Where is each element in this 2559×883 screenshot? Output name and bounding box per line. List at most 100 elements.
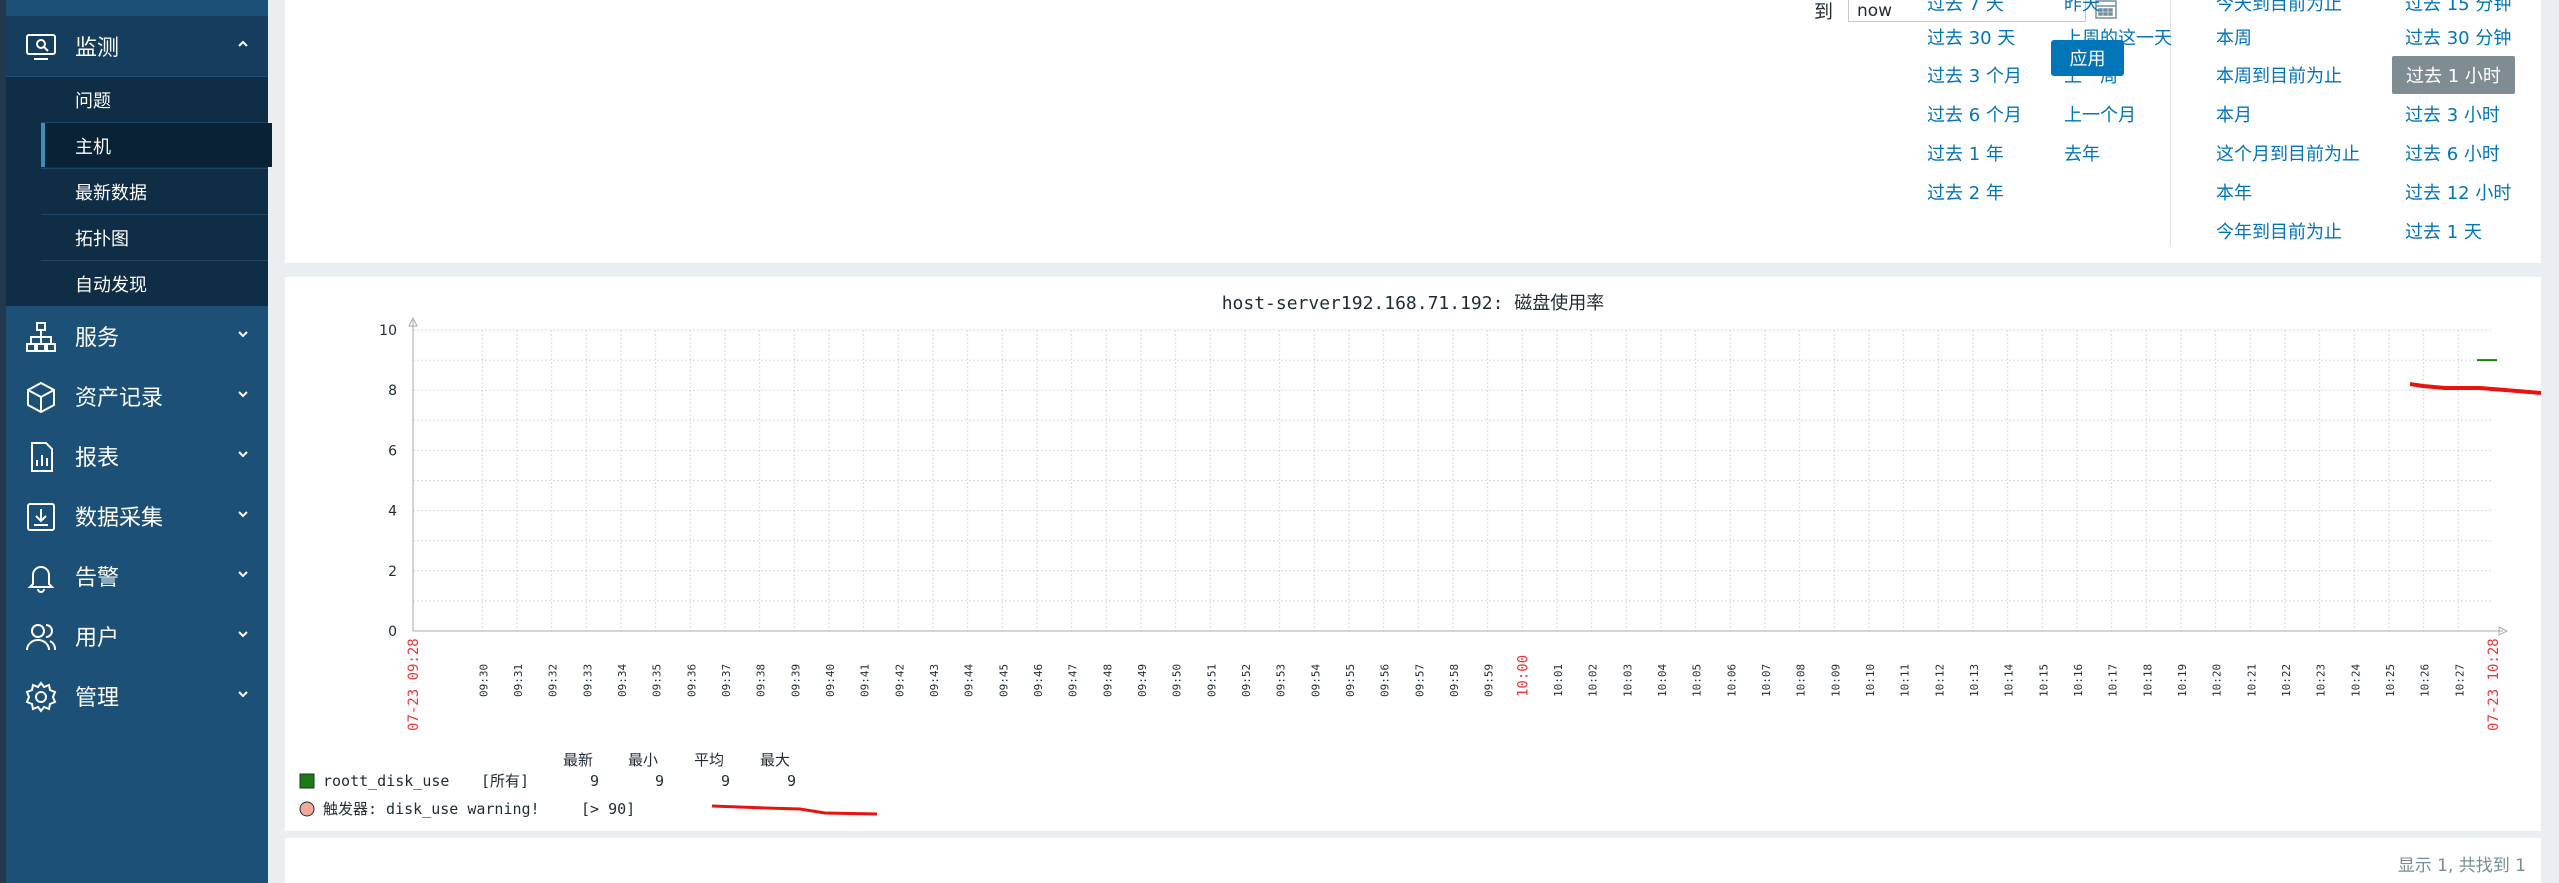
sidebar-item-label: 管理 <box>75 686 120 711</box>
quick-range-link[interactable]: 昨天 <box>2064 0 2100 16</box>
x-tick-label: 09:34 <box>616 664 629 697</box>
y-tick-label: 2 <box>388 564 397 580</box>
quick-range-link[interactable]: 今天到目前为止 <box>2216 0 2342 16</box>
sidebar-item-data-collection[interactable]: 数据采集 <box>6 486 268 546</box>
sidebar-item-inventory[interactable]: 资产记录 <box>6 366 268 426</box>
sidebar-item-label: 资产记录 <box>75 386 164 411</box>
quick-range-link[interactable]: 过去 15 分钟 <box>2405 0 2511 16</box>
y-tick-labels: 0 2 4 6 8 10 <box>379 323 397 640</box>
submenu-label: 自动发现 <box>75 275 147 296</box>
y-tick-label: 0 <box>388 624 397 640</box>
x-tick-label: 10:13 <box>1968 664 1981 697</box>
submenu-item-maps[interactable]: 拓扑图 <box>41 215 268 259</box>
quick-range-link[interactable]: 过去 3 个月 <box>1927 62 2022 88</box>
alerts-bell-icon <box>24 560 58 594</box>
legend-value-avg: 9 <box>721 772 730 790</box>
sidebar-item-users[interactable]: 用户 <box>6 606 268 666</box>
trigger-icon <box>299 801 315 817</box>
x-tick-label: 09:58 <box>1448 664 1461 697</box>
y-tick-label: 10 <box>379 323 397 339</box>
sidebar-item-monitoring[interactable]: 监测 <box>6 16 268 76</box>
quick-range-link[interactable]: 过去 12 小时 <box>2405 179 2511 205</box>
graph-canvas: 0246810 09:30 09:31 09:32 09:33 09:34 09:35 09… <box>299 316 2541 818</box>
chevron-down-icon <box>236 506 250 520</box>
quick-range-link[interactable]: 过去 3 小时 <box>2405 101 2500 127</box>
legend-header-max: 最大 <box>760 751 790 769</box>
x-tick-label: 10:27 <box>2453 664 2466 697</box>
quick-range-link[interactable]: 上一个月 <box>2064 101 2136 127</box>
x-tick-label: 10:01 <box>1552 664 1565 697</box>
submenu-item-problems[interactable]: 问题 <box>41 77 268 121</box>
y-tick-label: 6 <box>388 443 397 459</box>
x-tick-label: 09:46 <box>1032 664 1045 697</box>
legend-value-min: 9 <box>655 772 664 790</box>
quick-range-link[interactable]: 过去 6 个月 <box>1927 101 2022 127</box>
sidebar-item-services[interactable]: 服务 <box>6 306 268 366</box>
x-tick-label: 10:03 <box>1621 664 1634 697</box>
x-tick-label: 09:54 <box>1309 664 1322 697</box>
administration-gear-icon <box>24 680 58 714</box>
x-tick-label: 09:33 <box>581 664 594 697</box>
submenu-label: 最新数据 <box>75 183 147 204</box>
x-tick-label: 10:26 <box>2419 664 2432 697</box>
x-tick-label: 09:44 <box>963 664 976 697</box>
quick-range-link[interactable]: 本周 <box>2216 24 2252 50</box>
quick-range-link[interactable]: 去年 <box>2064 140 2100 166</box>
sidebar-item-alerts[interactable]: 告警 <box>6 546 268 606</box>
legend-item-swatch <box>299 773 315 789</box>
submenu-item-latest-data[interactable]: 最新数据 <box>41 169 268 213</box>
quick-range-link[interactable]: 过去 1 年 <box>1927 140 2004 166</box>
x-tick-label: 09:57 <box>1413 664 1426 697</box>
x-tick-label: 09:48 <box>1101 664 1114 697</box>
y-tick-label: 8 <box>388 383 397 399</box>
x-tick-label: 09:38 <box>755 664 768 697</box>
quick-range-link[interactable]: 今年到目前为止 <box>2216 218 2342 244</box>
sidebar-item-reports[interactable]: 报表 <box>6 426 268 486</box>
submenu-label: 拓扑图 <box>75 229 129 250</box>
x-tick-label: 09:40 <box>824 664 837 697</box>
grid-lines <box>413 329 2493 632</box>
legend-value-last: 9 <box>590 772 599 790</box>
x-tick-label: 10:12 <box>1933 664 1946 697</box>
quick-range-selected[interactable]: 过去 1 小时 <box>2392 56 2515 94</box>
x-tick-label: 10:18 <box>2141 664 2154 697</box>
legend-item-scope: [所有] <box>481 772 529 790</box>
sidebar-item-label: 报表 <box>75 446 120 471</box>
inventory-icon <box>24 380 58 414</box>
sidebar-item-administration[interactable]: 管理 <box>6 666 268 726</box>
x-tick-label: 10:23 <box>2315 664 2328 697</box>
sidebar-item-label: 数据采集 <box>75 506 164 531</box>
monitoring-icon <box>24 30 58 64</box>
x-tick-label: 09:49 <box>1136 664 1149 697</box>
x-tick-label: 09:51 <box>1205 664 1218 697</box>
x-tick-label: 10:22 <box>2280 664 2293 697</box>
quick-range-link[interactable]: 过去 1 天 <box>2405 218 2482 244</box>
quick-range-link[interactable]: 这个月到目前为止 <box>2216 140 2360 166</box>
quick-range-link[interactable]: 过去 2 年 <box>1927 179 2004 205</box>
x-tick-label: 09:30 <box>477 664 490 697</box>
quick-range-link[interactable]: 过去 30 分钟 <box>2405 24 2511 50</box>
quick-range-link[interactable]: 本周到目前为止 <box>2216 62 2342 88</box>
quick-range-link[interactable]: 本月 <box>2216 101 2252 127</box>
x-tick-label: 10:00 <box>1515 655 1531 697</box>
quick-range-link[interactable]: 过去 7 天 <box>1927 0 2004 16</box>
quick-range-link[interactable]: 过去 6 小时 <box>2405 140 2500 166</box>
quick-range-link[interactable]: 过去 30 天 <box>1927 24 2015 50</box>
chevron-down-icon <box>236 446 250 460</box>
legend-header-min: 最小 <box>628 751 658 769</box>
quick-range-link[interactable]: 上周的这一天 <box>2064 24 2172 50</box>
submenu-item-hosts[interactable]: 主机 <box>41 123 272 167</box>
time-filter-panel: 到 now 应用 过去 7 天 过去 30 天 过去 3 个月 过去 6 个月 … <box>285 0 2541 263</box>
x-tick-label: 10:14 <box>2003 664 2016 697</box>
sidebar-item-label: 服务 <box>75 326 120 351</box>
results-count: 显示 1, 共找到 1 <box>2397 856 2526 876</box>
submenu-item-discovery[interactable]: 自动发现 <box>41 261 268 305</box>
legend-value-max: 9 <box>787 772 796 790</box>
x-tick-label: 09:36 <box>685 664 698 697</box>
x-tick-label: 10:17 <box>2107 664 2120 697</box>
quick-range-link[interactable]: 上一周 <box>2064 62 2118 88</box>
x-tick-label: 10:07 <box>1760 664 1773 697</box>
quick-range-link[interactable]: 本年 <box>2216 179 2252 205</box>
legend-item-name: roott_disk_use <box>323 772 449 790</box>
legend: 最新 最小 平均 最大 roott_disk_use [所有] 9 9 9 9 … <box>299 751 796 818</box>
